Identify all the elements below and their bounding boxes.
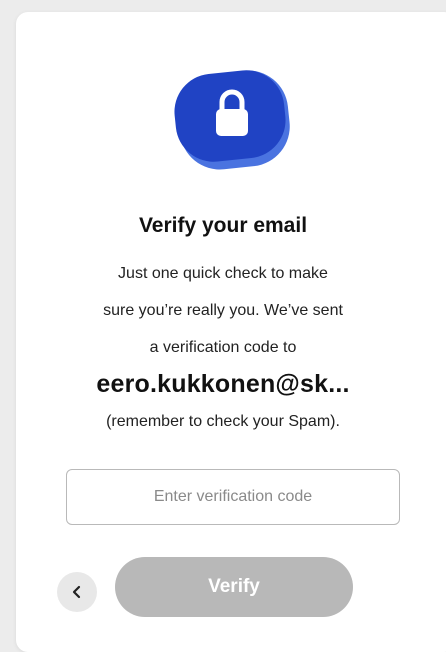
lock-icon <box>216 89 248 136</box>
chevron-left-icon <box>72 585 81 599</box>
spam-reminder-text: (remember to check your Spam). <box>106 413 340 430</box>
instruction-text-line-2: sure you’re really you. We’ve sent <box>103 302 343 319</box>
verify-button[interactable]: Verify <box>115 557 353 617</box>
page-title: Verify your email <box>138 214 308 237</box>
back-button[interactable] <box>57 572 97 612</box>
lock-badge <box>170 66 294 174</box>
verification-code-input[interactable] <box>66 469 400 525</box>
email-address: eero.kukkonen@sk... <box>96 370 350 398</box>
instruction-text-line-1: Just one quick check to make <box>118 265 328 282</box>
instruction-text-line-3: a verification code to <box>149 339 297 356</box>
